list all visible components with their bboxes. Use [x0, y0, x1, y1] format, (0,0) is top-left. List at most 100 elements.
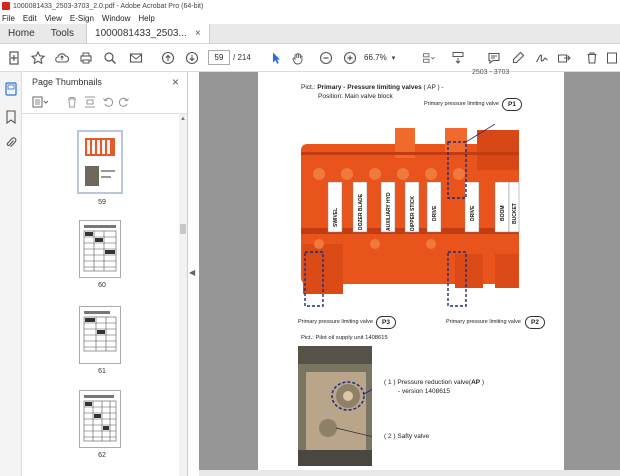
collapse-panel-icon[interactable]: ◀ [189, 268, 199, 282]
version-text: - version 1408615 [398, 388, 451, 395]
rotate-counterclockwise-icon[interactable] [102, 96, 114, 108]
thumbnail-page-61[interactable] [79, 306, 121, 364]
next-page-icon[interactable] [184, 49, 200, 67]
pilot-oil-unit-photo [298, 346, 372, 466]
tab-bar: Home Tools 1000081433_2503... × [0, 24, 620, 44]
thumbnail-page-62[interactable] [79, 390, 121, 448]
acrobat-app-icon [2, 2, 10, 10]
label-p2: Primary pressure limiting valve [446, 319, 521, 325]
bookmarks-icon[interactable] [5, 110, 17, 125]
running-head: 2503 - 3703 [472, 69, 510, 76]
panel-title: Page Thumbnails [32, 77, 102, 87]
pict-prefix: Pict.: [301, 84, 316, 91]
section-dozer-blade: DOZER BLADE [358, 193, 364, 230]
highlight-pen-icon[interactable] [510, 49, 526, 67]
thumbnail-60-preview [80, 221, 120, 277]
section-drive-2: DRIVE [470, 205, 476, 221]
options-menu-icon[interactable] [32, 96, 50, 108]
rotate-clockwise-icon[interactable] [118, 96, 130, 108]
tab-home[interactable]: Home [0, 24, 43, 43]
badge-p1: P1 [502, 98, 522, 111]
scrollbar-thumb[interactable] [180, 224, 186, 234]
zoom-level-dropdown[interactable]: 66.7% ▾ [364, 50, 400, 65]
menu-window[interactable]: Window [102, 14, 130, 23]
picture-caption: Pict.: Primary - Pressure limiting valve… [301, 84, 444, 91]
thumbnail-label-59: 59 [98, 199, 106, 206]
menu-edit[interactable]: Edit [23, 14, 37, 23]
scroll-up-arrow-icon[interactable]: ▲ [180, 116, 186, 122]
label-p3: Primary pressure limiting valve [298, 319, 373, 325]
select-cursor-icon[interactable] [268, 49, 284, 67]
create-pdf-icon[interactable] [6, 49, 22, 67]
menu-esign[interactable]: E-Sign [70, 14, 94, 23]
section-auxiliary-hyd: AUXILIARY HYD [386, 192, 392, 231]
pressure-reduction-2: ) [480, 379, 485, 386]
tab-close-icon[interactable]: × [195, 28, 201, 39]
section-dipper-stick: DIPPER STICK [410, 196, 416, 231]
page-number-input[interactable]: 59 [208, 50, 230, 65]
badge-p2: P2 [525, 316, 545, 329]
attachments-paperclip-icon[interactable] [5, 136, 17, 150]
send-share-icon[interactable] [556, 49, 572, 67]
upload-cloud-icon[interactable] [54, 49, 70, 67]
panel-close-icon[interactable]: × [172, 75, 179, 89]
window-title: 1000081433_2503-3703_2.0.pdf - Adobe Acr… [13, 2, 204, 10]
pict-title: Primary - Pressure limiting valves [317, 84, 422, 91]
tab-tools[interactable]: Tools [43, 24, 86, 43]
pict-suffix: ( AP ) - [421, 84, 444, 91]
hand-tool-icon[interactable] [290, 49, 306, 67]
thumbnail-label-61: 61 [98, 368, 106, 375]
delete-page-icon[interactable] [66, 96, 78, 108]
panel-tools [22, 92, 187, 114]
panel-header: Page Thumbnails × [22, 72, 187, 92]
page-display-icon[interactable] [418, 49, 440, 67]
pressure-reduction-1: ( 1 ) Pressure reduction valve( [384, 379, 472, 386]
zoom-search-icon[interactable] [102, 49, 118, 67]
section-bucket: BUCKET [512, 203, 518, 224]
tab-document[interactable]: 1000081433_2503... × [86, 24, 210, 43]
section-drive-1: DRIVE [432, 205, 438, 221]
thumbnail-61-preview [80, 307, 120, 363]
thumbnails-scrollbar[interactable]: ▲ [179, 114, 187, 476]
acrobat-window: 1000081433_2503-3703_2.0.pdf - Adobe Acr… [0, 0, 620, 476]
pilot-oil-caption: Pict.: Pilot oil supply unit 1408615 [301, 335, 388, 341]
main-valve-block-photo: SWIVEL DOZER BLADE AUXILIARY HYD DIPPER … [301, 124, 520, 307]
more-tools-icon[interactable] [606, 49, 620, 67]
thumbnail-page-60[interactable] [79, 220, 121, 278]
page-thumbnails-icon[interactable] [5, 82, 17, 96]
thumbnail-62-preview [80, 391, 120, 447]
signature-icon[interactable] [534, 49, 550, 67]
position-line: Position: Main valve block [318, 93, 393, 100]
pressure-reduction-text: ( 1 ) Pressure reduction valve(AP ) - ve… [384, 378, 484, 396]
pressure-reduction-bold: AP [471, 379, 481, 386]
menu-view[interactable]: View [45, 14, 62, 23]
bookmark-star-icon[interactable] [30, 49, 46, 67]
menu-file[interactable]: File [2, 14, 15, 23]
menu-bar: File Edit View E-Sign Window Help [0, 12, 620, 24]
share-email-icon[interactable] [128, 49, 144, 67]
insert-page-icon[interactable] [84, 96, 96, 108]
chevron-down-icon: ▾ [391, 54, 396, 62]
zoom-out-icon[interactable] [318, 49, 334, 67]
safety-valve-text: ( 2 ) Safty valve [384, 433, 430, 440]
menu-help[interactable]: Help [138, 14, 154, 23]
label-p1: Primary pressure limiting valve [424, 101, 499, 107]
badge-p3: P3 [376, 316, 396, 329]
navigation-rail [0, 72, 22, 476]
print-icon[interactable] [78, 49, 94, 67]
title-bar: 1000081433_2503-3703_2.0.pdf - Adobe Acr… [0, 0, 620, 12]
thumbnail-page-59[interactable] [77, 130, 123, 194]
previous-page-icon[interactable] [160, 49, 176, 67]
page-thumbnails-panel: Page Thumbnails × 59 60 61 62 ▲ [22, 72, 188, 476]
main-toolbar: 59 / 214 66.7% ▾ [0, 44, 620, 72]
tab-document-label: 1000081433_2503... [95, 28, 187, 39]
section-swivel: SWIVEL [333, 208, 339, 227]
zoom-in-icon[interactable] [342, 49, 358, 67]
thumbnail-label-62: 62 [98, 452, 106, 459]
delete-trash-icon[interactable] [584, 49, 600, 67]
comment-icon[interactable] [486, 49, 502, 67]
document-view[interactable]: 2503 - 3703 Pict.: Primary - Pressure li… [199, 69, 620, 476]
scroll-mode-icon[interactable] [450, 49, 466, 67]
thumbnail-59-preview [79, 132, 121, 192]
document-horizontal-scrollbar[interactable] [199, 470, 620, 476]
